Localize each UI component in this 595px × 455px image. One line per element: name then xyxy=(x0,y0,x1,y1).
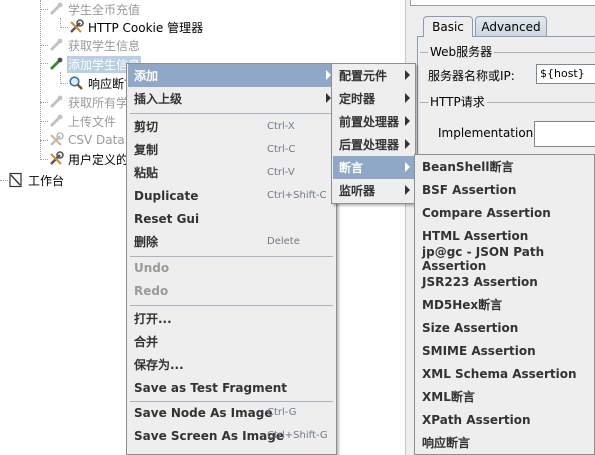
menu-item-undo[interactable]: Undo xyxy=(128,256,335,279)
menu-item-post-processor[interactable]: 后置处理器 xyxy=(333,133,414,156)
implementation-select[interactable] xyxy=(534,121,595,147)
menu-item-copy[interactable]: 复制 Ctrl-C xyxy=(128,138,335,161)
tree-item-upload-file[interactable]: 上传文件 xyxy=(48,112,117,130)
menu-item-save-screen-as-image[interactable]: Save Screen As Image Ctrl+Shift-G xyxy=(128,424,335,447)
workbench-icon xyxy=(8,172,24,188)
pipette-icon xyxy=(48,113,64,129)
menu-item-assertion[interactable]: 断言 xyxy=(333,156,414,179)
menu-item-compare-assertion[interactable]: Compare Assertion xyxy=(416,201,593,224)
menu-item-response-assertion[interactable]: 响应断言 xyxy=(416,431,593,454)
tree-item-csv-data[interactable]: CSV Data xyxy=(48,131,126,149)
tree-connector xyxy=(40,63,48,64)
menu-item-listener[interactable]: 监听器 xyxy=(333,179,414,202)
menu-separator xyxy=(130,305,333,306)
tab-advanced[interactable]: Advanced xyxy=(475,16,547,37)
server-name-input[interactable]: ${host} xyxy=(536,64,595,84)
tree-item-workbench[interactable]: 工作台 xyxy=(8,171,65,189)
menu-item-cut[interactable]: 剪切 Ctrl-X xyxy=(128,115,335,138)
tree-item-label: 工作台 xyxy=(28,173,65,188)
submenu-arrow-icon xyxy=(405,93,410,103)
menu-item-beanshell-assertion[interactable]: BeanShell断言 xyxy=(416,155,593,178)
pipette-icon xyxy=(48,94,64,110)
server-name-label: 服务器名称或IP: xyxy=(428,69,515,83)
web-server-section-title: Web服务器 xyxy=(428,43,495,60)
menu-item-timer[interactable]: 定时器 xyxy=(333,87,414,110)
menu-item-paste[interactable]: 粘贴 Ctrl-V xyxy=(128,161,335,184)
menu-item-save-node-as-image[interactable]: Save Node As Image Ctrl-G xyxy=(128,401,335,424)
menu-item-delete[interactable]: 删除 Delete xyxy=(128,230,335,253)
tree-connector xyxy=(40,159,48,160)
menu-item-smime-assertion[interactable]: SMIME Assertion xyxy=(416,339,593,362)
magnifier-icon xyxy=(68,75,84,91)
submenu-arrow-icon xyxy=(405,70,410,80)
context-menu: 添加 插入上级 剪切 Ctrl-X 复制 Ctrl-C 粘贴 Ctrl-V Dupli… xyxy=(126,63,337,455)
pipette-icon xyxy=(48,1,64,17)
menu-item-bsf-assertion[interactable]: BSF Assertion xyxy=(416,178,593,201)
tree-item-cookie-manager[interactable]: HTTP Cookie 管理器 xyxy=(68,18,204,36)
top-text-field[interactable] xyxy=(410,0,595,6)
tree-item-label: 学生全币充值 xyxy=(68,2,141,17)
add-submenu: 配置元件 定时器 前置处理器 后置处理器 断言 监听器 xyxy=(331,63,416,204)
tree-connector xyxy=(60,27,68,28)
tab-basic[interactable]: Basic xyxy=(423,16,473,37)
menu-item-xml-schema-assertion[interactable]: XML Schema Assertion xyxy=(416,362,593,385)
tree-connector xyxy=(60,83,68,84)
menu-item-redo[interactable]: Redo xyxy=(128,279,335,302)
menu-item-add[interactable]: 添加 xyxy=(128,64,335,87)
menu-item-json-path-assertion[interactable]: jp@gc - JSON Path Assertion xyxy=(416,245,593,273)
tree-connector xyxy=(40,102,48,103)
implementation-label: Implementation: xyxy=(438,126,538,140)
menu-item-md5hex-assertion[interactable]: MD5Hex断言 xyxy=(416,293,593,316)
assertion-submenu: BeanShell断言 BSF Assertion Compare Assert… xyxy=(414,154,595,455)
tree-item-label: CSV Data xyxy=(68,133,125,147)
tree-item-label: 获取学生信息 xyxy=(68,38,141,53)
tree-connector xyxy=(40,140,48,141)
tree-connector xyxy=(40,0,41,160)
wrench-icon xyxy=(48,132,64,148)
tree-item-user-defined[interactable]: 用户定义的 xyxy=(48,150,129,168)
submenu-arrow-icon xyxy=(405,185,410,195)
wrench-icon xyxy=(48,151,64,167)
tree-connector xyxy=(40,45,48,46)
menu-item-duplicate[interactable]: Duplicate Ctrl+Shift-C xyxy=(128,184,335,207)
menu-item-pre-processor[interactable]: 前置处理器 xyxy=(333,110,414,133)
submenu-arrow-icon xyxy=(405,139,410,149)
menu-item-insert-parent[interactable]: 插入上级 xyxy=(128,87,335,110)
tree-item-label: 上传文件 xyxy=(68,114,117,129)
tree-item-student-recharge[interactable]: 学生全币充值 xyxy=(48,0,141,18)
menu-item-size-assertion[interactable]: Size Assertion xyxy=(416,316,593,339)
tree-connector xyxy=(0,180,8,181)
tree-connector xyxy=(40,121,48,122)
pipette-icon xyxy=(48,56,64,72)
menu-item-save-as-test-fragment[interactable]: Save as Test Fragment xyxy=(128,376,335,399)
menu-item-config-element[interactable]: 配置元件 xyxy=(333,64,414,87)
tree-item-get-student[interactable]: 获取学生信息 xyxy=(48,36,141,54)
tree-connector xyxy=(40,9,48,10)
tree-item-label: HTTP Cookie 管理器 xyxy=(88,20,204,35)
menu-item-save-as[interactable]: 保存为... xyxy=(128,353,335,376)
menu-item-jsr223-assertion[interactable]: JSR223 Assertion xyxy=(416,270,593,293)
menu-item-xml-assertion[interactable]: XML断言 xyxy=(416,385,593,408)
http-request-section-title: HTTP请求 xyxy=(428,93,487,110)
menu-separator xyxy=(130,113,333,114)
wrench-icon xyxy=(68,19,84,35)
menu-item-open[interactable]: 打开... xyxy=(128,307,335,330)
menu-item-reset-gui[interactable]: Reset Gui xyxy=(128,207,335,230)
tree-item-label: 用户定义的 xyxy=(68,152,129,167)
submenu-arrow-icon xyxy=(405,116,410,126)
submenu-arrow-icon xyxy=(405,162,410,172)
pipette-icon xyxy=(48,37,64,53)
menu-item-merge[interactable]: 合并 xyxy=(128,330,335,353)
menu-item-xpath-assertion[interactable]: XPath Assertion xyxy=(416,408,593,431)
